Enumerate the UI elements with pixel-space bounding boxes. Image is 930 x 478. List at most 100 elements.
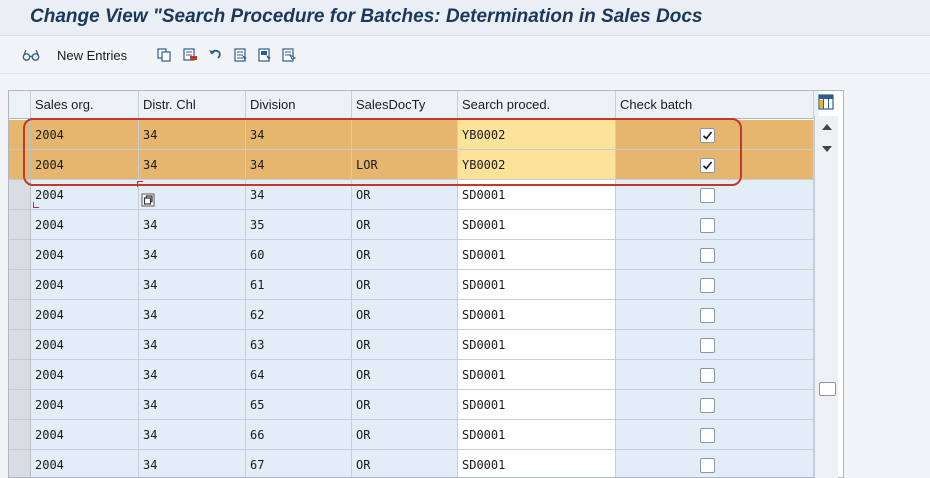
select-block-button[interactable] xyxy=(258,46,272,64)
cell-search-proced[interactable]: YB0002 xyxy=(458,150,616,180)
column-header-sales-org[interactable]: Sales org. xyxy=(31,91,139,119)
cell-check-batch[interactable] xyxy=(616,420,814,450)
column-header-distr-chl[interactable]: Distr. Chl xyxy=(139,91,246,119)
check-batch-checkbox[interactable] xyxy=(700,338,715,353)
glasses-icon[interactable] xyxy=(22,48,40,62)
cell-salesdocty: OR xyxy=(352,180,458,210)
cell-check-batch[interactable] xyxy=(616,450,814,477)
cell-check-batch[interactable] xyxy=(616,150,814,180)
cell-search-proced[interactable]: SD0001 xyxy=(458,450,616,477)
cell-search-proced[interactable]: SD0001 xyxy=(458,270,616,300)
cell-search-proced[interactable]: SD0001 xyxy=(458,390,616,420)
row-selector[interactable] xyxy=(9,450,31,477)
cell-search-proced[interactable]: YB0002 xyxy=(458,120,616,150)
cell-sales-org: 2004 xyxy=(31,270,139,300)
cell-distr-chl: 34 xyxy=(139,240,246,270)
cell-check-batch[interactable] xyxy=(616,120,814,150)
check-batch-checkbox[interactable] xyxy=(700,428,715,443)
cell-check-batch[interactable] xyxy=(616,390,814,420)
select-all-button[interactable] xyxy=(234,46,248,64)
cell-check-batch[interactable] xyxy=(616,300,814,330)
cell-check-batch[interactable] xyxy=(616,180,814,210)
cell-distr-chl: 34 xyxy=(139,210,246,240)
check-batch-checkbox[interactable] xyxy=(700,278,715,293)
check-batch-checkbox[interactable] xyxy=(700,158,715,173)
cell-division: 67 xyxy=(246,450,352,477)
table-row[interactable]: 2004 34 63 OR SD0001 xyxy=(9,330,819,360)
cell-search-proced[interactable]: SD0001 xyxy=(458,210,616,240)
cell-search-proced[interactable]: SD0001 xyxy=(458,330,616,360)
cell-salesdocty: OR xyxy=(352,450,458,477)
check-batch-checkbox[interactable] xyxy=(700,458,715,473)
cell-division: 61 xyxy=(246,270,352,300)
row-selector[interactable] xyxy=(9,210,31,240)
copy-icon xyxy=(157,48,171,62)
cell-division: 63 xyxy=(246,330,352,360)
cell-check-batch[interactable] xyxy=(616,360,814,390)
table-row[interactable]: 2004 34 OR SD0001 xyxy=(9,180,819,210)
delete-button[interactable] xyxy=(183,46,197,64)
row-selector[interactable] xyxy=(9,120,31,150)
column-header-salesdocty[interactable]: SalesDocTy xyxy=(352,91,458,119)
column-header-check-batch[interactable]: Check batch xyxy=(616,91,814,119)
column-header-search-proced[interactable]: Search proced. xyxy=(458,91,616,119)
check-batch-checkbox[interactable] xyxy=(700,218,715,233)
toolbar: New Entries xyxy=(0,36,930,74)
row-selector[interactable] xyxy=(9,300,31,330)
table-row[interactable]: 2004 34 66 OR SD0001 xyxy=(9,420,819,450)
undo-button[interactable] xyxy=(208,46,222,64)
cell-distr-chl: 34 xyxy=(139,300,246,330)
row-selector[interactable] xyxy=(9,150,31,180)
select-all-rows-cell[interactable] xyxy=(9,91,31,119)
deselect-all-button[interactable] xyxy=(282,46,296,64)
value-help-icon[interactable] xyxy=(141,188,155,207)
check-batch-checkbox[interactable] xyxy=(700,308,715,323)
table-row[interactable]: 2004 34 65 OR SD0001 xyxy=(9,390,819,420)
cell-salesdocty: LOR xyxy=(352,150,458,180)
scroll-up-arrow-icon[interactable] xyxy=(822,124,832,130)
table-settings-icon[interactable] xyxy=(818,94,834,110)
scrollbar-thumb[interactable] xyxy=(819,382,836,396)
table-row[interactable]: 2004 34 62 OR SD0001 xyxy=(9,300,819,330)
table-row[interactable]: 2004 34 34 LOR YB0002 xyxy=(9,150,819,180)
scroll-down-arrow-icon[interactable] xyxy=(822,146,832,152)
check-batch-checkbox[interactable] xyxy=(700,368,715,383)
select-all-icon xyxy=(234,48,247,62)
table-row[interactable]: 2004 34 61 OR SD0001 xyxy=(9,270,819,300)
cell-check-batch[interactable] xyxy=(616,330,814,360)
check-batch-checkbox[interactable] xyxy=(700,188,715,203)
cell-division: 35 xyxy=(246,210,352,240)
cell-check-batch[interactable] xyxy=(616,240,814,270)
new-entries-button[interactable]: New Entries xyxy=(57,46,127,64)
cell-search-proced[interactable]: SD0001 xyxy=(458,240,616,270)
row-selector[interactable] xyxy=(9,360,31,390)
table-row[interactable]: 2004 34 34 YB0002 xyxy=(9,120,819,150)
cell-search-proced[interactable]: SD0001 xyxy=(458,300,616,330)
cell-search-proced[interactable]: SD0001 xyxy=(458,360,616,390)
row-selector[interactable] xyxy=(9,330,31,360)
row-selector[interactable] xyxy=(9,270,31,300)
cell-distr-chl: 34 xyxy=(139,150,246,180)
table-row[interactable]: 2004 34 67 OR SD0001 xyxy=(9,450,819,477)
cell-sales-org: 2004 xyxy=(31,390,139,420)
cell-check-batch[interactable] xyxy=(616,210,814,240)
check-batch-checkbox[interactable] xyxy=(700,248,715,263)
column-header-division[interactable]: Division xyxy=(246,91,352,119)
cell-check-batch[interactable] xyxy=(616,270,814,300)
row-selector[interactable] xyxy=(9,240,31,270)
row-selector[interactable] xyxy=(9,180,31,210)
row-selector[interactable] xyxy=(9,390,31,420)
table-row[interactable]: 2004 34 35 OR SD0001 xyxy=(9,210,819,240)
cell-search-proced[interactable]: SD0001 xyxy=(458,180,616,210)
copy-button[interactable] xyxy=(157,46,171,64)
table-row[interactable]: 2004 34 64 OR SD0001 xyxy=(9,360,819,390)
cell-search-proced[interactable]: SD0001 xyxy=(458,420,616,450)
table-row[interactable]: 2004 34 60 OR SD0001 xyxy=(9,240,819,270)
page-title: Change View "Search Procedure for Batche… xyxy=(30,6,703,27)
check-batch-checkbox[interactable] xyxy=(700,128,715,143)
cell-division: 34 xyxy=(246,150,352,180)
check-batch-checkbox[interactable] xyxy=(700,398,715,413)
row-selector[interactable] xyxy=(9,420,31,450)
vertical-scrollbar[interactable] xyxy=(814,116,838,478)
cell-distr-chl: 34 xyxy=(139,420,246,450)
